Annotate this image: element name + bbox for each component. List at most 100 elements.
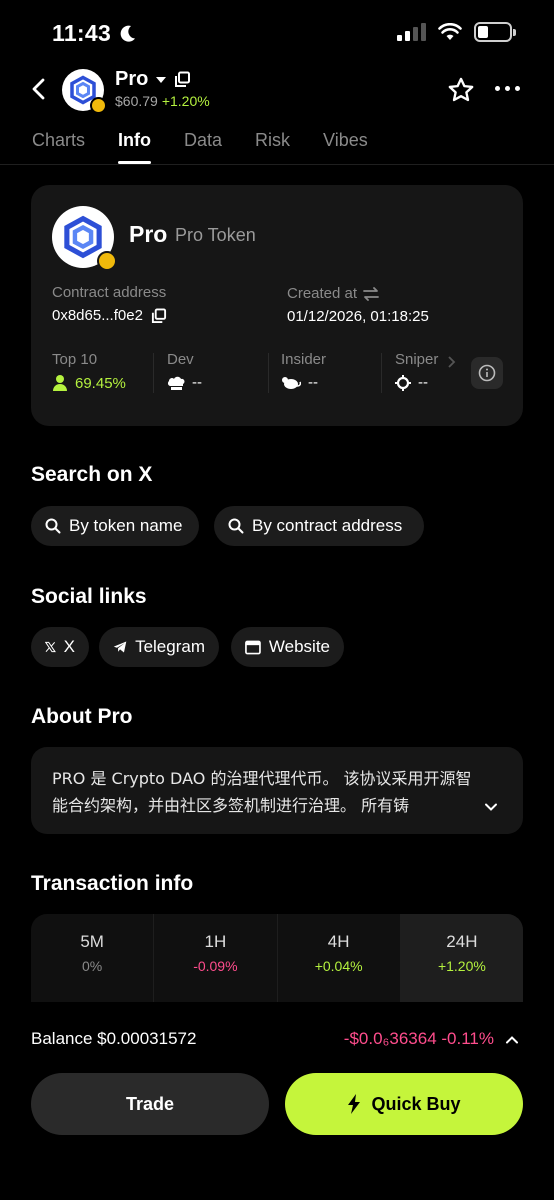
search-by-token-name-label: By token name [69, 516, 183, 535]
info-button[interactable] [471, 357, 503, 389]
stat-value: -- [418, 374, 428, 391]
status-time-text: 11:43 [52, 20, 112, 46]
balance-text: Balance $0.00031572 [31, 1029, 197, 1048]
holder-stats: Top 10 69.45% Dev -- Insider -- Sniper -… [31, 351, 523, 397]
tab-data[interactable]: Data [184, 130, 222, 151]
period-change: +0.04% [314, 958, 363, 974]
created-at-value: 01/12/2026, 01:18:25 [287, 308, 429, 325]
contract-address-label: Contract address [52, 284, 167, 301]
period-4h[interactable]: 4H +0.04% [278, 914, 401, 1002]
tab-divider [0, 164, 554, 165]
x-logo-icon [45, 641, 56, 653]
period-change: +1.20% [437, 958, 486, 974]
period-1h[interactable]: 1H -0.09% [154, 914, 278, 1002]
contract-address-value: 0x8d65...f0e2 [52, 307, 143, 324]
chevron-down-icon[interactable] [484, 800, 498, 814]
browser-window-icon [245, 640, 261, 654]
token-full-name: Pro Token [175, 225, 256, 245]
stat-label: Top 10 [52, 351, 98, 368]
period-label: 5M [80, 932, 104, 951]
token-price-change: +1.20% [161, 93, 210, 109]
stat-value: -- [308, 374, 318, 391]
lightning-icon [348, 1094, 361, 1114]
about-title: About Pro [31, 705, 133, 728]
contract-address[interactable]: 0x8d65...f0e2 [52, 307, 167, 324]
stat-divider [268, 353, 269, 393]
more-options-icon[interactable] [495, 86, 520, 91]
back-icon[interactable] [28, 76, 52, 102]
status-time: 11:43 [52, 20, 137, 47]
user-icon [53, 375, 67, 391]
search-icon [228, 518, 244, 534]
bnb-chain-badge-icon [97, 251, 117, 271]
bnb-chain-badge-icon [90, 97, 107, 114]
created-at-label: Created at [287, 285, 358, 302]
telegram-icon [113, 641, 127, 653]
tab-risk[interactable]: Risk [255, 130, 290, 151]
token-selector[interactable]: Pro [115, 68, 191, 91]
search-by-contract-button[interactable]: By contract address [214, 506, 424, 546]
period-5m[interactable]: 5M 0% [31, 914, 155, 1002]
chevron-right-icon[interactable] [447, 355, 457, 369]
signal-icon [397, 23, 426, 41]
trade-footer: Balance $0.00031572 -$0.0₆36364 -0.11% T… [0, 1003, 554, 1200]
tab-charts[interactable]: Charts [32, 130, 85, 151]
favorite-star-icon[interactable] [447, 76, 475, 104]
social-telegram-label: Telegram [135, 637, 205, 656]
stat-insider[interactable]: Insider -- [281, 351, 326, 397]
tab-bar: Charts Info Data Risk Vibes [32, 130, 368, 164]
stat-divider [381, 353, 382, 393]
token-price: $60.79 [115, 93, 158, 109]
stat-dev[interactable]: Dev -- [167, 351, 202, 397]
token-info-card: Pro Pro Token Contract address 0x8d65...… [31, 185, 523, 426]
copy-icon[interactable] [151, 307, 167, 324]
transaction-period-selector: 5M 0% 1H -0.09% 4H +0.04% 24H +1.20% [31, 914, 523, 1002]
status-icons [397, 22, 516, 42]
quick-buy-button[interactable]: Quick Buy [285, 1073, 523, 1135]
social-telegram-button[interactable]: Telegram [99, 627, 219, 667]
social-x-button[interactable]: X [31, 627, 89, 667]
period-change: -0.09% [193, 958, 238, 974]
created-at-toggle[interactable]: Created at [287, 285, 379, 302]
trade-button-label: Trade [125, 1093, 175, 1114]
token-price-row: $60.79 +1.20% [115, 93, 210, 109]
stat-divider [153, 353, 154, 393]
pro-logo-icon [64, 215, 102, 259]
status-bar: 11:43 [0, 0, 554, 66]
stat-label: Dev [167, 351, 194, 368]
transaction-info-title: Transaction info [31, 872, 194, 895]
copy-icon[interactable] [174, 71, 191, 88]
token-logo [62, 69, 107, 114]
search-icon [45, 518, 61, 534]
search-by-contract-label: By contract address [252, 516, 403, 535]
stat-label: Sniper [395, 351, 439, 368]
stat-value: -- [192, 374, 202, 391]
trade-button[interactable]: Trade [31, 1073, 269, 1135]
chevron-down-icon [156, 76, 167, 83]
stat-sniper[interactable]: Sniper -- [395, 351, 438, 397]
social-website-label: Website [268, 637, 330, 656]
social-website-button[interactable]: Website [231, 627, 344, 667]
swap-arrows-icon [363, 286, 379, 301]
tab-vibes[interactable]: Vibes [323, 130, 368, 151]
battery-icon [474, 22, 516, 42]
about-description[interactable]: PRO 是 Crypto DAO 的治理代理代币。 该协议采用开源智能合约架构，… [31, 747, 523, 834]
moon-icon [120, 25, 136, 42]
balance-change: -$0.0₆36364 -0.11% [343, 1029, 494, 1048]
wifi-icon [438, 23, 462, 40]
token-header: Pro $60.79 +1.20% [0, 66, 554, 116]
stat-value: 69.45% [75, 374, 126, 392]
chevron-up-icon[interactable] [505, 1033, 519, 1047]
period-24h[interactable]: 24H +1.20% [400, 914, 523, 1002]
period-label: 24H [446, 932, 478, 951]
rat-icon [282, 376, 301, 389]
search-by-token-name-button[interactable]: By token name [31, 506, 199, 546]
social-links-title: Social links [31, 585, 147, 608]
tab-info[interactable]: Info [118, 130, 152, 164]
search-on-x-title: Search on X [31, 463, 153, 486]
stat-top10[interactable]: Top 10 69.45% [52, 351, 126, 397]
period-label: 4H [327, 932, 350, 951]
info-icon [478, 364, 496, 382]
token-symbol: Pro [115, 68, 149, 90]
token-symbol-large: Pro [129, 221, 168, 247]
